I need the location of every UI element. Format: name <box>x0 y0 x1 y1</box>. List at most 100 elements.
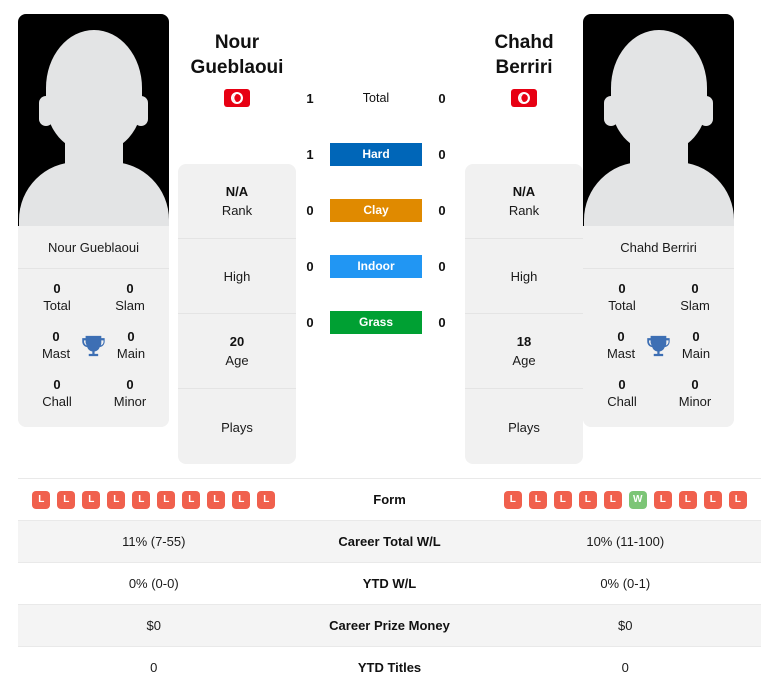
info-value: 20 <box>229 334 245 349</box>
h2h-left-score: 1 <box>306 90 314 106</box>
silhouette-body-icon <box>18 162 169 226</box>
title-stat-value: 0 <box>127 329 135 344</box>
table-row-form: LLLLLLLLLL Form LLLLLWLLLL <box>18 478 762 521</box>
info-label: Age <box>225 353 249 368</box>
form-badge-loss: L <box>132 490 151 509</box>
h2h-surface-label-indoor[interactable]: Indoor <box>330 254 422 278</box>
title-stat-label: Minor <box>113 394 147 409</box>
title-stat-value: 0 <box>618 281 626 296</box>
left-career-total-wl: 11% (7-55) <box>122 534 186 549</box>
h2h-left-score: 0 <box>306 258 314 274</box>
table-row-ytd-wl: 0% (0-0) YTD W/L 0% (0-1) <box>18 562 761 605</box>
h2h-row-total: 1 Total 0 <box>300 70 452 126</box>
form-badge-win: W <box>628 490 647 509</box>
title-stat-label: Main <box>681 346 711 361</box>
title-stat-value: 0 <box>618 377 626 392</box>
titles-row: 0 Chall 0 Minor <box>18 369 169 417</box>
info-label: Rank <box>221 203 253 218</box>
left-form-list: LLLLLLLLLL <box>24 490 284 509</box>
right-player-titles-grid: 0 Total 0 Slam 0 Mast 0 Main 0 Chall 0 M… <box>583 268 734 427</box>
form-badge-loss: L <box>182 490 201 509</box>
form-badge-loss: L <box>57 490 76 509</box>
info-value: N/A <box>225 184 249 199</box>
row-label-career-prize-money: Career Prize Money <box>329 618 450 633</box>
title-stat-slam: 0 Slam <box>670 280 720 315</box>
row-label-ytd-titles: YTD Titles <box>357 660 422 675</box>
left-player-card[interactable]: Nour Gueblaoui 0 Total 0 Slam 0 Mast 0 M… <box>18 14 169 427</box>
right-ytd-wl: 0% (0-1) <box>600 576 651 591</box>
title-stat-label: Chall <box>42 394 72 409</box>
left-player-name-block: Nour Gueblaoui <box>178 14 296 164</box>
title-stat-minor: 0 Minor <box>105 376 155 411</box>
left-player-photo-column: Nour Gueblaoui 0 Total 0 Slam 0 Mast 0 M… <box>18 14 169 427</box>
title-stat-minor: 0 Minor <box>670 376 720 411</box>
info-row-rank: N/A Rank <box>178 164 296 239</box>
info-value: N/A <box>512 184 536 199</box>
left-ytd-wl: 0% (0-0) <box>128 576 179 591</box>
right-player-photo-column: Chahd Berriri 0 Total 0 Slam 0 Mast 0 Ma… <box>583 14 734 427</box>
h2h-surface-label-hard[interactable]: Hard <box>330 142 422 166</box>
form-badge-loss: L <box>603 490 622 509</box>
h2h-row-hard: 1 Hard 0 <box>300 126 452 182</box>
form-badge-loss: L <box>678 490 697 509</box>
comparison-header: Nour Gueblaoui 0 Total 0 Slam 0 Mast 0 M… <box>0 0 779 470</box>
title-stat-main: 0 Main <box>107 328 155 363</box>
form-badge-loss: L <box>578 490 597 509</box>
right-player-card[interactable]: Chahd Berriri 0 Total 0 Slam 0 Mast 0 Ma… <box>583 14 734 427</box>
titles-row: 0 Total 0 Slam <box>583 273 734 321</box>
left-player-info-card: N/A Rank High 20 Age Plays <box>178 164 296 464</box>
row-label-career-total-wl: Career Total W/L <box>338 534 441 549</box>
left-player-avatar <box>18 14 169 226</box>
h2h-row-clay: 0 Clay 0 <box>300 182 452 238</box>
right-form-cell: LLLLLWLLLL <box>490 479 762 521</box>
h2h-right-score: 0 <box>438 202 446 218</box>
form-badge-loss: L <box>207 490 226 509</box>
info-label: Age <box>512 353 536 368</box>
form-badge-loss: L <box>653 490 672 509</box>
titles-row: 0 Mast 0 Main <box>583 321 734 369</box>
h2h-left-score: 1 <box>306 146 314 162</box>
form-badge-loss: L <box>257 490 276 509</box>
flag-crescent <box>519 94 528 102</box>
info-value: 18 <box>516 334 532 349</box>
title-stat-mast: 0 Mast <box>597 328 645 363</box>
h2h-row-grass: 0 Grass 0 <box>300 294 452 350</box>
title-stat-value: 0 <box>691 377 699 392</box>
h2h-surface-label-grass[interactable]: Grass <box>330 310 422 334</box>
title-stat-value: 0 <box>126 377 134 392</box>
h2h-surface-label-total: Total <box>362 90 390 105</box>
form-badge-loss: L <box>82 490 101 509</box>
silhouette-ear-left-icon <box>604 96 618 126</box>
h2h-surface-label-clay[interactable]: Clay <box>330 198 422 222</box>
info-label: High <box>223 269 251 284</box>
silhouette-ear-left-icon <box>39 96 53 126</box>
form-badge-loss: L <box>553 490 572 509</box>
right-player-photo-name: Chahd Berriri <box>583 226 734 268</box>
right-career-total-wl: 10% (11-100) <box>586 534 665 549</box>
title-stat-value: 0 <box>53 377 61 392</box>
title-stat-slam: 0 Slam <box>105 280 155 315</box>
title-stat-total: 0 Total <box>32 280 82 315</box>
tunisia-flag-icon <box>224 89 250 107</box>
left-career-prize-money: $0 <box>146 618 161 633</box>
table-row-ytd-titles: 0 YTD Titles 0 <box>18 646 761 689</box>
silhouette-body-icon <box>583 162 734 226</box>
right-career-prize-money: $0 <box>618 618 633 633</box>
left-player-titles-grid: 0 Total 0 Slam 0 Mast 0 Main 0 Chall 0 M… <box>18 268 169 427</box>
title-stat-value: 0 <box>126 281 134 296</box>
title-stat-value: 0 <box>617 329 625 344</box>
info-row-rank: N/A Rank <box>465 164 583 239</box>
title-stat-main: 0 Main <box>672 328 720 363</box>
title-stat-label: Mast <box>606 346 636 361</box>
row-label-ytd-wl: YTD W/L <box>362 576 417 591</box>
h2h-left-score: 0 <box>306 314 314 330</box>
right-player-info-card: N/A Rank High 18 Age Plays <box>465 164 583 464</box>
info-row-age: 20 Age <box>178 314 296 389</box>
left-form-cell: LLLLLLLLLL <box>18 479 290 521</box>
table-row-career-prize-money: $0 Career Prize Money $0 <box>18 604 761 647</box>
title-stat-label: Total <box>43 298 71 313</box>
left-player-name-line1: Nour <box>214 32 260 53</box>
info-label: Rank <box>508 203 540 218</box>
silhouette-ear-right-icon <box>699 96 713 126</box>
title-stat-label: Slam <box>115 298 145 313</box>
